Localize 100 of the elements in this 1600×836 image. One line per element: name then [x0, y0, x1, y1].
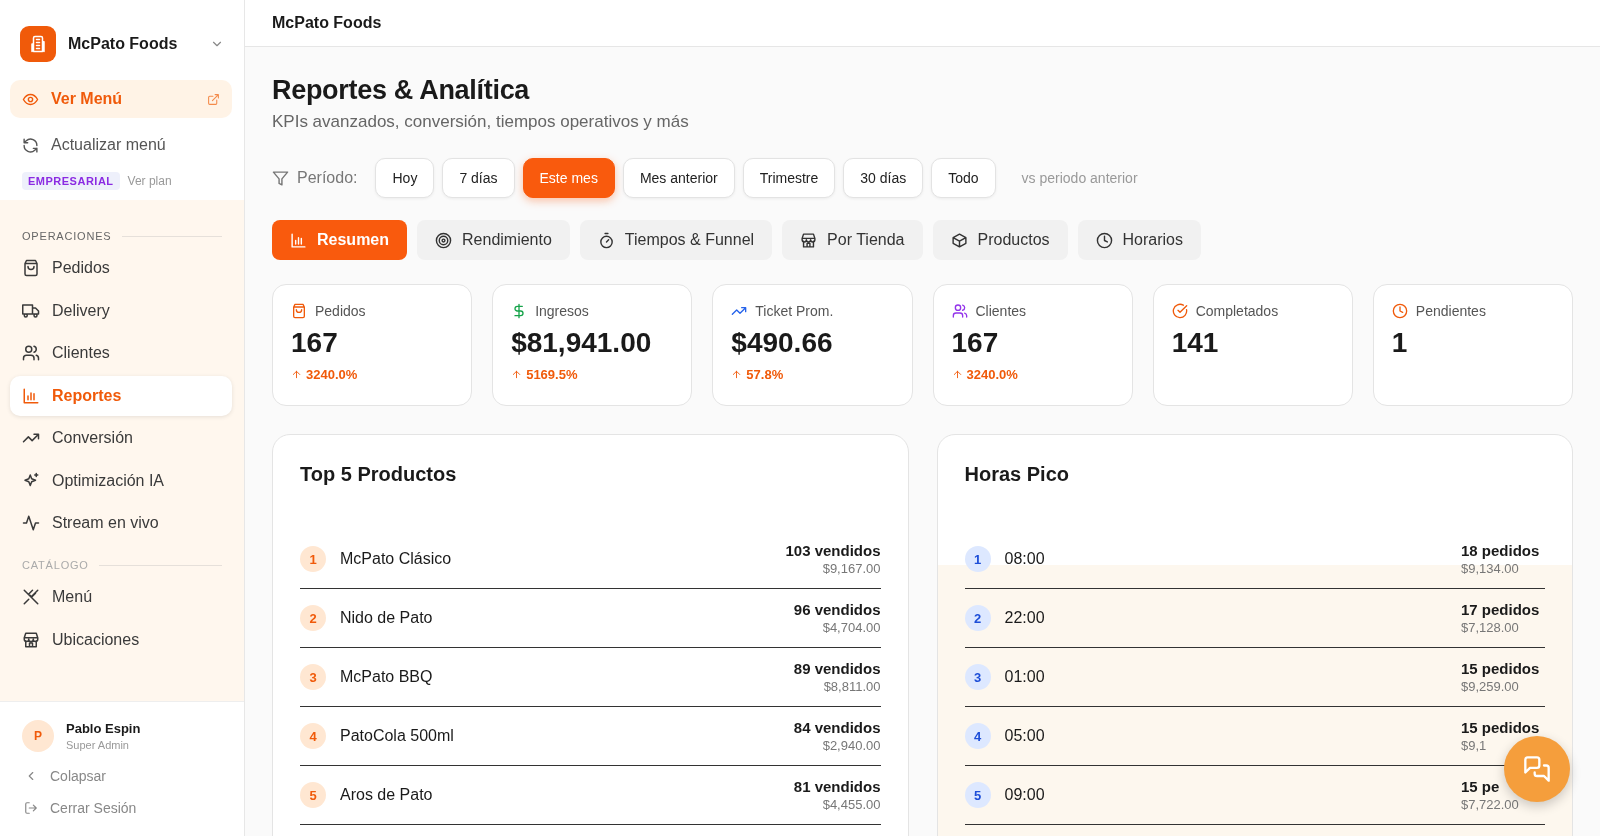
kpi-label: Clientes — [975, 303, 1027, 319]
period-chip[interactable]: Todo — [931, 158, 996, 198]
section-heading: CATÁLOGO — [22, 559, 89, 571]
topbar-title: McPato Foods — [272, 14, 382, 32]
row-count: 96 vendidos — [793, 601, 881, 618]
row-name: 01:00 — [1004, 668, 1046, 686]
logout-icon — [24, 801, 38, 815]
row-amount: $9,259.00 — [1461, 679, 1519, 694]
kpi-label: Pedidos — [315, 303, 366, 319]
nav-item[interactable]: Optimización IA — [10, 460, 232, 501]
user-avatar: P — [22, 720, 54, 752]
kpi-value: $490.66 — [731, 327, 834, 359]
nav-item[interactable]: Clientes — [10, 333, 232, 373]
store-icon — [22, 630, 40, 649]
rank-badge: 2 — [300, 605, 326, 631]
kpi-value: 167 — [291, 327, 339, 359]
bag-icon — [291, 303, 307, 319]
row-amount: $7,128.00 — [1461, 620, 1519, 635]
row-name: McPato Clásico — [340, 550, 453, 568]
tab[interactable]: Rendimiento — [417, 220, 570, 260]
row-count: 15 pedidos — [1461, 719, 1540, 736]
kpi-change: 3240.0% — [966, 367, 1018, 382]
arrow-up-icon — [731, 369, 743, 380]
comparison-note: vs periodo anterior — [1021, 170, 1138, 186]
nav-item[interactable]: Menú — [10, 577, 232, 617]
kpi-change: 57.8% — [746, 367, 784, 382]
row-name: PatoCola 500ml — [340, 727, 455, 745]
row-count: 15 pe — [1461, 778, 1500, 795]
period-chip[interactable]: Hoy — [375, 158, 435, 198]
period-label: Período: — [297, 169, 358, 187]
tab[interactable]: Horarios — [1077, 220, 1201, 260]
user-name: Pablo Espin — [66, 721, 141, 736]
rank-badge: 3 — [964, 664, 991, 690]
tab[interactable]: Por Tienda — [782, 220, 923, 260]
row-amount: $2,940.00 — [822, 738, 881, 753]
page-subtitle: KPIs avanzados, conversión, tiempos operativos y más — [272, 112, 690, 132]
nav-item[interactable]: Ubicaciones — [10, 619, 232, 660]
kpi-label: Pendientes — [1415, 303, 1486, 319]
bar-chart-icon — [290, 231, 307, 249]
nav-item[interactable]: Stream en vivo — [10, 503, 232, 543]
brand-name: McPato Foods — [68, 35, 179, 53]
row-count: 81 vendidos — [793, 778, 881, 795]
kpi-change: 3240.0% — [306, 367, 358, 382]
arrow-up-icon — [511, 369, 523, 380]
bar-chart-icon — [22, 386, 40, 405]
tab[interactable]: Tiempos & Funnel — [579, 220, 773, 260]
timer-icon — [597, 231, 615, 249]
card-title: Top 5 Productos — [300, 463, 458, 486]
rank-badge: 2 — [964, 605, 991, 631]
target-icon — [435, 231, 453, 249]
rank-badge: 1 — [964, 546, 991, 572]
bag-icon — [22, 259, 40, 277]
row-count: 15 pedidos — [1461, 660, 1540, 677]
row-amount: $7,722.00 — [1461, 797, 1519, 812]
row-count: 84 vendidos — [793, 719, 881, 736]
box-icon — [950, 231, 968, 249]
rank-badge: 1 — [300, 546, 326, 572]
refresh-icon — [22, 136, 39, 154]
clock-icon — [1095, 231, 1113, 249]
row-name: 05:00 — [1004, 727, 1046, 745]
kpi-label: Completados — [1195, 303, 1279, 319]
period-chip[interactable]: 7 días — [442, 158, 515, 198]
row-count: 17 pedidos — [1461, 601, 1540, 618]
nav-item[interactable]: Delivery — [10, 290, 232, 331]
arrow-up-icon — [951, 369, 963, 380]
period-chip[interactable]: Mes anterior — [622, 158, 735, 198]
rank-badge: 5 — [964, 782, 991, 808]
period-chip[interactable]: 30 días — [843, 158, 924, 198]
refresh-menu-button[interactable]: Actualizar menú — [10, 126, 178, 164]
section-heading: OPERACIONES — [22, 230, 112, 242]
row-name: 09:00 — [1004, 786, 1046, 804]
nav-item[interactable]: Pedidos — [10, 248, 232, 288]
users-icon — [951, 303, 968, 319]
period-chip[interactable]: Trimestre — [742, 158, 836, 198]
user-role: Super Admin — [66, 739, 130, 751]
collapse-button[interactable]: Colapsar — [12, 760, 119, 792]
rank-badge: 4 — [964, 723, 991, 749]
nav-item[interactable]: Conversión — [10, 418, 232, 458]
kpi-label: Ticket Prom. — [755, 303, 834, 319]
rank-badge: 4 — [300, 723, 326, 749]
logout-button[interactable]: Cerrar Sesión — [12, 792, 149, 824]
kpi-label: Ingresos — [535, 303, 589, 319]
tab[interactable]: Productos — [932, 220, 1068, 260]
pulse-icon — [22, 514, 40, 532]
clock-icon — [1391, 303, 1408, 319]
kpi-value: 141 — [1171, 327, 1220, 359]
page-title: Reportes & Analítica — [272, 75, 531, 106]
row-name: Nido de Pato — [340, 609, 434, 627]
arrow-up-icon — [291, 369, 302, 380]
store-icon — [800, 231, 818, 249]
chat-icon — [1523, 755, 1551, 783]
rank-badge: 3 — [300, 664, 326, 690]
row-amount: $9,1 — [1461, 738, 1487, 753]
row-name: 08:00 — [1004, 550, 1046, 568]
row-name: Aros de Pato — [340, 786, 434, 804]
row-name: 22:00 — [1004, 609, 1046, 627]
kpi-value: 1 — [1391, 327, 1409, 359]
row-count: 89 vendidos — [793, 660, 881, 677]
row-amount: $9,134.00 — [1461, 561, 1519, 576]
truck-icon — [22, 301, 40, 320]
